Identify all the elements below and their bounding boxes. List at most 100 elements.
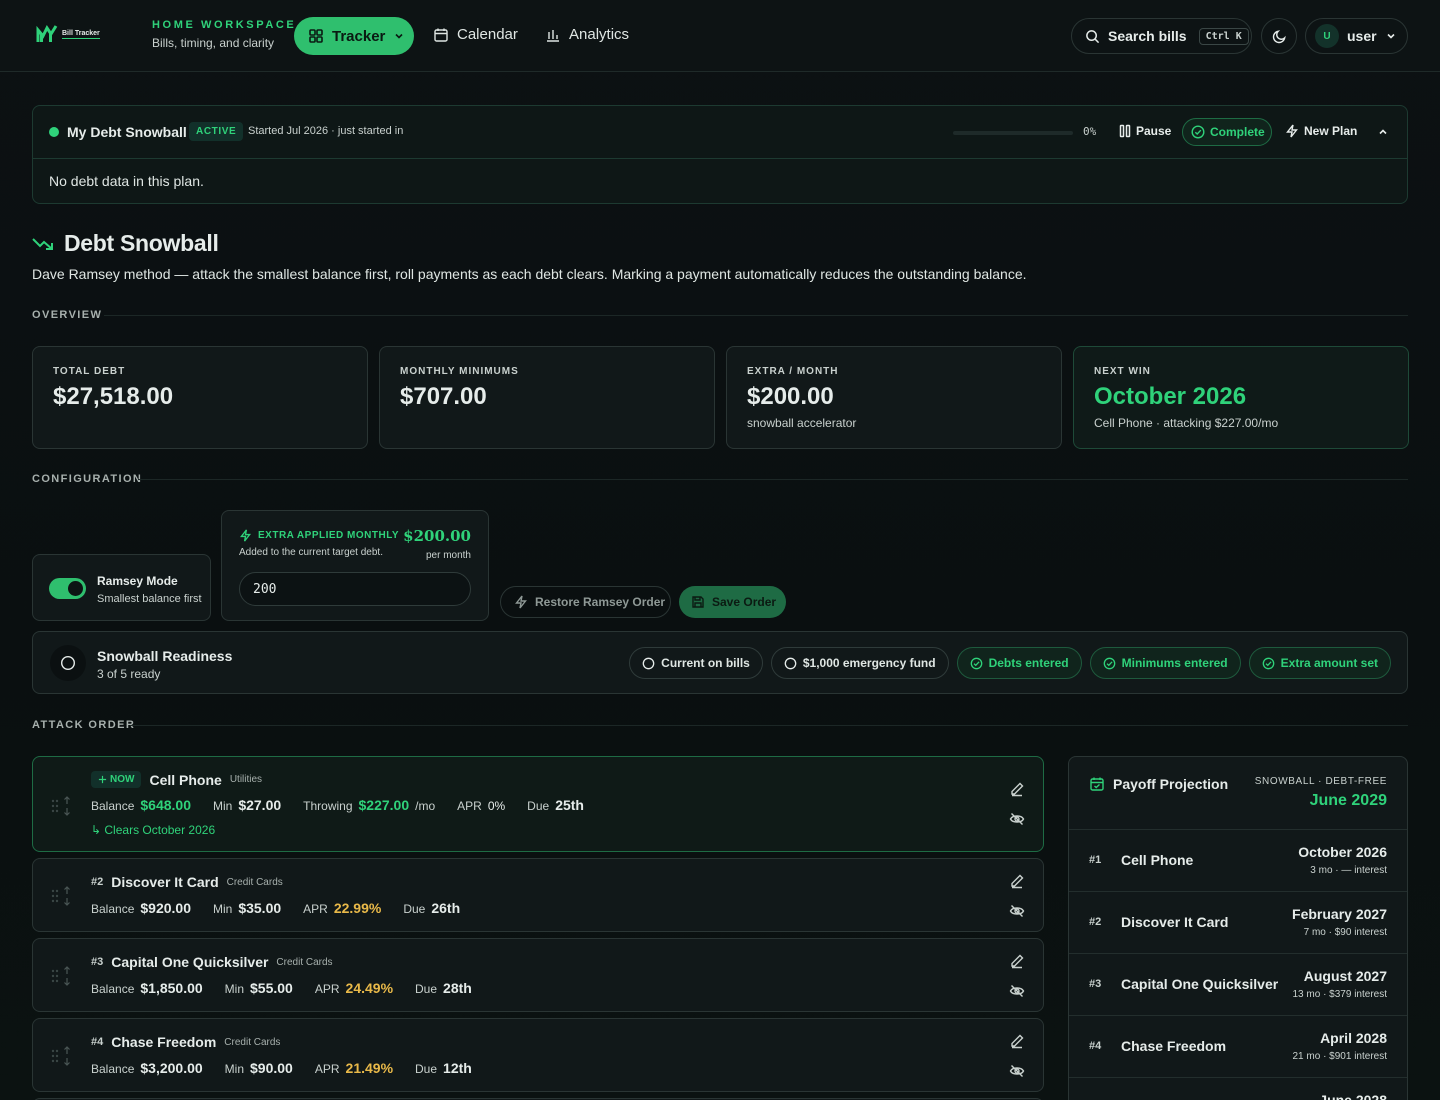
- readiness-item-extra-amount-set[interactable]: Extra amount set: [1248, 647, 1391, 679]
- eye-off-icon[interactable]: [1009, 1063, 1025, 1079]
- balance-label: Balance: [91, 902, 135, 916]
- tab-calendar[interactable]: Calendar: [433, 26, 518, 43]
- readiness-item-current-on-bills[interactable]: Current on bills: [629, 647, 763, 679]
- status-badge: ACTIVE: [189, 122, 244, 141]
- grid-icon: [309, 29, 323, 43]
- user-menu-button[interactable]: U user: [1305, 18, 1408, 54]
- debt-balance: $648.00: [140, 797, 191, 813]
- edit-icon[interactable]: [1009, 873, 1025, 889]
- now-badge: NOW: [91, 771, 142, 788]
- search-label: Search bills: [1108, 28, 1187, 44]
- restore-label: Restore Ramsey Order: [535, 595, 666, 609]
- section-configuration: CONFIGURATION: [32, 473, 143, 485]
- chevron-up-icon[interactable]: [1377, 126, 1389, 138]
- extra-amount: $200.00: [403, 527, 471, 545]
- debt-due: 28th: [443, 980, 472, 996]
- complete-button[interactable]: Complete: [1182, 118, 1272, 146]
- plan-empty-message: No debt data in this plan.: [49, 173, 204, 189]
- debt-min: $55.00: [250, 980, 293, 996]
- ramsey-mode-title: Ramsey Mode: [97, 574, 178, 588]
- save-order-button[interactable]: Save Order: [679, 586, 786, 618]
- extra-amount-input[interactable]: [239, 572, 471, 606]
- eye-off-icon[interactable]: [1009, 983, 1025, 999]
- grip-icon: [51, 969, 59, 983]
- stat-label: MONTHLY MINIMUMS: [400, 366, 519, 377]
- readiness-item-minimums-entered[interactable]: Minimums entered: [1089, 647, 1241, 679]
- debt-balance: $1,850.00: [140, 980, 203, 996]
- ramsey-mode-card: Ramsey Mode Smallest balance first: [32, 554, 211, 621]
- ramsey-mode-toggle[interactable]: [49, 578, 86, 599]
- drag-handle[interactable]: [51, 795, 72, 817]
- readiness-item-debts-entered[interactable]: Debts entered: [956, 647, 1082, 679]
- plan-header: My Debt Snowball ACTIVE Started Jul 2026…: [33, 106, 1407, 159]
- avatar: U: [1315, 24, 1339, 48]
- debt-details: Balance $648.00 Min $27.00 Throwing $227…: [91, 797, 584, 813]
- new-plan-button[interactable]: New Plan: [1285, 124, 1357, 138]
- active-plan-panel: My Debt Snowball ACTIVE Started Jul 2026…: [32, 105, 1408, 204]
- readiness-item-emergency-fund[interactable]: $1,000 emergency fund: [770, 647, 949, 679]
- debt-due: 26th: [431, 900, 461, 916]
- eye-off-icon[interactable]: [1009, 811, 1025, 827]
- drag-handle[interactable]: [51, 885, 72, 907]
- divider: [130, 725, 1408, 726]
- bolt-icon: [1286, 124, 1298, 138]
- projection-month: October 2026: [1298, 844, 1387, 860]
- debt-header: NOW Cell Phone Utilities: [91, 771, 262, 788]
- stat-value: $707.00: [400, 383, 487, 410]
- circle-icon: [60, 655, 76, 671]
- drag-handle[interactable]: [51, 965, 72, 987]
- eye-off-icon[interactable]: [1009, 903, 1025, 919]
- extra-sub: Added to the current target debt.: [239, 547, 383, 558]
- projection-meta: 7 mo · $90 interest: [1303, 927, 1387, 938]
- extra-monthly-card: EXTRA APPLIED MONTHLY Added to the curre…: [221, 510, 489, 621]
- readiness-indicator: [50, 645, 86, 681]
- tab-analytics[interactable]: Analytics: [545, 26, 629, 43]
- projection-month: June 2028: [1319, 1092, 1387, 1100]
- reorder-arrows-icon: [64, 796, 70, 816]
- projection-name: Cell Phone: [1121, 852, 1194, 868]
- debt-free-date: June 2029: [1309, 792, 1387, 809]
- stat-value: October 2026: [1094, 383, 1247, 410]
- save-label: Save Order: [712, 595, 777, 609]
- drag-handle[interactable]: [51, 1045, 72, 1067]
- tab-tracker[interactable]: Tracker: [294, 17, 414, 55]
- grip-icon: [51, 799, 59, 813]
- edit-icon[interactable]: [1009, 1033, 1025, 1049]
- due-label: Due: [415, 982, 438, 996]
- readiness-title: Snowball Readiness: [97, 648, 233, 664]
- clears-date: ↳ Clears October 2026: [91, 823, 216, 837]
- projection-title: Payoff Projection: [1089, 776, 1228, 792]
- edit-icon[interactable]: [1009, 781, 1025, 797]
- projection-name: Chase Freedom: [1121, 1038, 1227, 1054]
- pause-button[interactable]: Pause: [1119, 124, 1171, 138]
- payoff-projection-panel: Payoff Projection SNOWBALL · DEBT-FREE J…: [1068, 756, 1408, 1100]
- theme-toggle-button[interactable]: [1261, 18, 1297, 54]
- projection-rank: #2: [1089, 916, 1102, 928]
- restore-ramsey-order-button[interactable]: Restore Ramsey Order: [500, 586, 671, 618]
- page-title-text: Debt Snowball: [64, 230, 219, 256]
- logo[interactable]: Bill Tracker: [36, 24, 100, 44]
- chip-label: Debts entered: [988, 656, 1069, 670]
- logo-text: Bill Tracker: [62, 29, 100, 39]
- grip-icon: [51, 1049, 59, 1063]
- edit-icon[interactable]: [1009, 953, 1025, 969]
- tab-tracker-label: Tracker: [332, 27, 386, 45]
- chip-label: Minimums entered: [1121, 656, 1228, 670]
- search-button[interactable]: Search bills Ctrl K: [1071, 18, 1252, 54]
- stat-label: NEXT WIN: [1094, 366, 1151, 377]
- circle-icon: [642, 657, 655, 669]
- debt-card-discover-it: #2 Discover It Card Credit Cards Balance…: [32, 858, 1044, 932]
- workspace-title: HOME WORKSPACE: [152, 19, 297, 31]
- projection-row: #4 Chase Freedom April 2028 21 mo · $901…: [1069, 1016, 1407, 1078]
- debt-name: Discover It Card: [111, 874, 219, 890]
- debt-due: 25th: [555, 797, 584, 813]
- workspace-switcher[interactable]: HOME WORKSPACE Bills, timing, and clarit…: [152, 19, 296, 50]
- projection-rank: #3: [1089, 978, 1102, 990]
- min-label: Min: [224, 1062, 245, 1076]
- circle-icon: [784, 657, 797, 669]
- debt-rank: #4: [91, 1036, 104, 1048]
- debt-apr: 24.49%: [345, 980, 394, 996]
- min-label: Min: [212, 902, 233, 916]
- top-nav: Bill Tracker HOME WORKSPACE Bills, timin…: [0, 0, 1440, 72]
- stat-label: TOTAL DEBT: [53, 366, 126, 377]
